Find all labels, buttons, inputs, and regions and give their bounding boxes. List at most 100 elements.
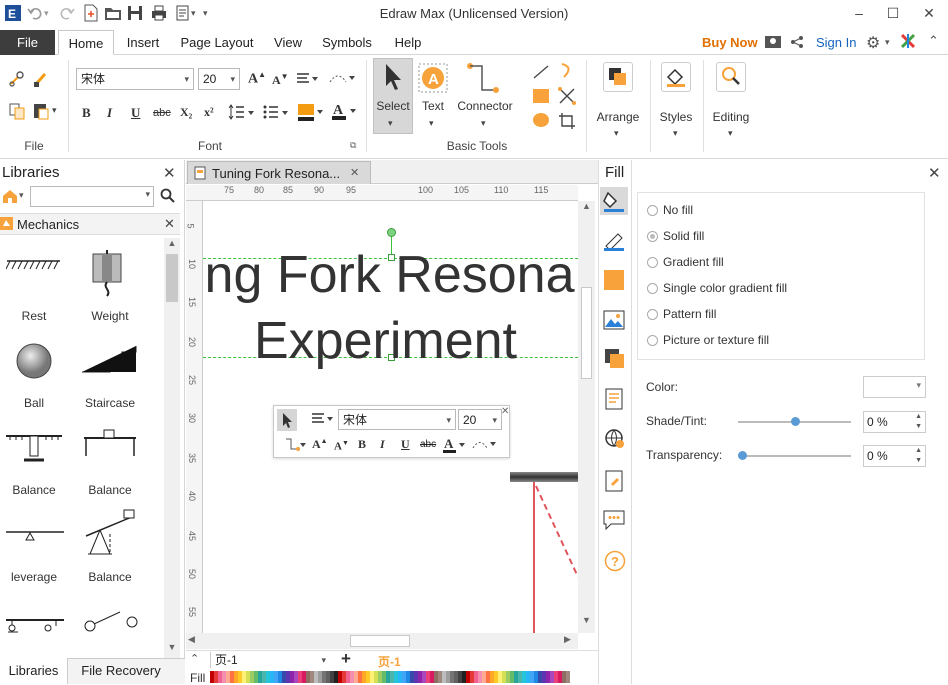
paste-dropdown-icon[interactable]: ▾ bbox=[52, 105, 57, 116]
fill-option-label[interactable]: Gradient fill bbox=[663, 255, 724, 269]
rotation-handle[interactable] bbox=[387, 228, 396, 237]
tab-symbols[interactable]: Symbols bbox=[316, 30, 378, 55]
float-grow-font-icon[interactable]: A▲ bbox=[312, 437, 328, 452]
buy-now-link[interactable]: Buy Now bbox=[702, 35, 758, 50]
float-select-button[interactable] bbox=[277, 409, 297, 431]
pulley-shape-icon[interactable] bbox=[84, 608, 140, 634]
comment-panel-icon[interactable] bbox=[603, 510, 625, 530]
float-shrink-font-icon[interactable]: A▼ bbox=[334, 439, 349, 453]
customize-toolbar-icon[interactable]: ▾ bbox=[203, 4, 221, 22]
active-page-tab[interactable]: 页-1 bbox=[378, 653, 401, 670]
canvas-horizontal-scrollbar[interactable]: ◀ ▶ bbox=[186, 633, 578, 649]
styles-button[interactable]: Styles bbox=[652, 110, 700, 124]
scroll-down-icon[interactable]: ▼ bbox=[164, 642, 180, 656]
float-bold-button[interactable]: B bbox=[358, 437, 366, 452]
float-align-icon[interactable] bbox=[311, 412, 335, 426]
fill-panel-button[interactable] bbox=[600, 187, 628, 215]
line-tool-icon[interactable] bbox=[532, 64, 550, 80]
font-dialog-launcher-icon[interactable]: ⧉ bbox=[350, 140, 356, 151]
grow-font-icon[interactable]: A▲ bbox=[248, 70, 266, 88]
share-icon[interactable] bbox=[790, 35, 804, 49]
spinner-icon[interactable]: ▲ ▼ bbox=[915, 412, 922, 432]
transparency-input[interactable]: 0 % ▲ ▼ bbox=[863, 445, 926, 467]
font-name-select[interactable]: 宋体 ▾ bbox=[76, 68, 194, 90]
editing-search-icon[interactable] bbox=[716, 62, 746, 92]
scroll-up-icon[interactable]: ▲ bbox=[164, 238, 180, 252]
hyperlink-panel-icon[interactable] bbox=[604, 428, 626, 450]
weight-shape-icon[interactable] bbox=[92, 250, 122, 298]
float-connector-icon[interactable] bbox=[284, 437, 306, 453]
help-panel-icon[interactable]: ? bbox=[604, 550, 626, 572]
library-scrollbar[interactable]: ▲ ▼ bbox=[164, 238, 180, 658]
libraries-tab[interactable]: Libraries bbox=[0, 658, 68, 684]
close-document-icon[interactable]: ✕ bbox=[350, 166, 359, 179]
redo-icon[interactable] bbox=[58, 4, 76, 22]
add-page-icon[interactable]: + bbox=[341, 649, 351, 669]
line-style-panel-icon[interactable] bbox=[602, 230, 626, 252]
color-swatch[interactable] bbox=[566, 671, 570, 683]
tab-view[interactable]: View bbox=[268, 30, 308, 55]
note-panel-icon[interactable] bbox=[605, 470, 623, 492]
save-icon[interactable] bbox=[126, 4, 144, 22]
superscript-button[interactable]: x² bbox=[204, 105, 214, 120]
scroll-left-icon[interactable]: ◀ bbox=[188, 634, 195, 645]
shade-tint-slider-thumb[interactable] bbox=[790, 417, 800, 426]
fill-option-label[interactable]: Pattern fill bbox=[663, 307, 716, 321]
staircase-shape-icon[interactable] bbox=[82, 342, 138, 376]
library-scroll-thumb[interactable] bbox=[166, 254, 178, 302]
float-font-select[interactable]: 宋体 ▾ bbox=[338, 409, 456, 430]
ellipse-tool-icon[interactable] bbox=[532, 112, 550, 128]
pendulum-lines-shape[interactable] bbox=[503, 482, 578, 633]
subscript-button[interactable]: X₂ bbox=[180, 105, 192, 120]
connector-tool-icon[interactable] bbox=[466, 62, 502, 96]
arrange-button[interactable]: Arrange bbox=[590, 110, 646, 124]
transparency-slider[interactable] bbox=[738, 451, 851, 460]
bullet-list-icon[interactable] bbox=[262, 103, 290, 121]
radio-no-fill[interactable] bbox=[647, 205, 658, 216]
canvas-vertical-scrollbar[interactable]: ▲ ▼ bbox=[578, 201, 595, 633]
minimize-icon[interactable]: – bbox=[848, 3, 870, 23]
radio-picture-fill[interactable] bbox=[647, 335, 658, 346]
text-tool-label[interactable]: Text bbox=[414, 99, 452, 113]
settings-dropdown-icon[interactable]: ▾ bbox=[885, 37, 890, 48]
page-properties-icon[interactable] bbox=[605, 388, 623, 410]
font-size-select[interactable]: 20 ▾ bbox=[198, 68, 240, 90]
shade-tint-input[interactable]: 0 % ▲ ▼ bbox=[863, 411, 926, 433]
search-icon[interactable] bbox=[160, 188, 176, 204]
spinner-icon[interactable]: ▲ ▼ bbox=[915, 446, 922, 466]
image-panel-icon[interactable] bbox=[603, 310, 625, 330]
tab-page-layout[interactable]: Page Layout bbox=[174, 30, 260, 55]
file-menu[interactable]: File bbox=[0, 30, 55, 55]
radio-single-color-gradient-fill[interactable] bbox=[647, 283, 658, 294]
tab-help[interactable]: Help bbox=[388, 30, 428, 55]
close-window-icon[interactable]: ✕ bbox=[918, 3, 940, 23]
shade-tint-slider[interactable] bbox=[738, 417, 851, 426]
crop-tool-icon[interactable] bbox=[558, 112, 576, 130]
library-search-input[interactable]: ▾ bbox=[30, 186, 154, 207]
scroll-down-icon[interactable]: ▼ bbox=[578, 615, 595, 629]
layer-panel-icon[interactable] bbox=[604, 348, 626, 370]
transparency-slider-thumb[interactable] bbox=[738, 451, 747, 460]
library-home-icon[interactable] bbox=[2, 188, 18, 204]
italic-button[interactable]: I bbox=[107, 105, 112, 121]
document-tab[interactable]: Tuning Fork Resona... ✕ bbox=[187, 161, 371, 184]
float-text-direction-icon[interactable] bbox=[471, 437, 497, 451]
copy-icon[interactable] bbox=[8, 102, 26, 120]
new-file-icon[interactable] bbox=[82, 4, 100, 22]
shrink-font-icon[interactable]: A▼ bbox=[272, 72, 289, 88]
font-color-icon[interactable]: A bbox=[330, 101, 358, 121]
bold-button[interactable]: B bbox=[82, 105, 91, 121]
radio-gradient-fill[interactable] bbox=[647, 257, 658, 268]
paste-icon[interactable] bbox=[32, 102, 50, 120]
float-strike-button[interactable]: abc bbox=[420, 439, 436, 450]
strikethrough-button[interactable]: abc bbox=[153, 107, 171, 119]
rest-shape-icon[interactable] bbox=[6, 255, 62, 277]
float-font-color-icon[interactable]: A bbox=[442, 435, 468, 455]
underline-button[interactable]: U bbox=[131, 105, 140, 121]
cart-shape-icon[interactable] bbox=[6, 612, 64, 634]
close-libraries-icon[interactable]: ✕ bbox=[163, 164, 176, 182]
collapse-ribbon-icon[interactable]: ⌃ bbox=[928, 33, 939, 49]
fill-option-label[interactable]: No fill bbox=[663, 203, 693, 217]
fill-option-label[interactable]: Solid fill bbox=[663, 229, 704, 243]
arrange-icon[interactable] bbox=[603, 62, 633, 92]
